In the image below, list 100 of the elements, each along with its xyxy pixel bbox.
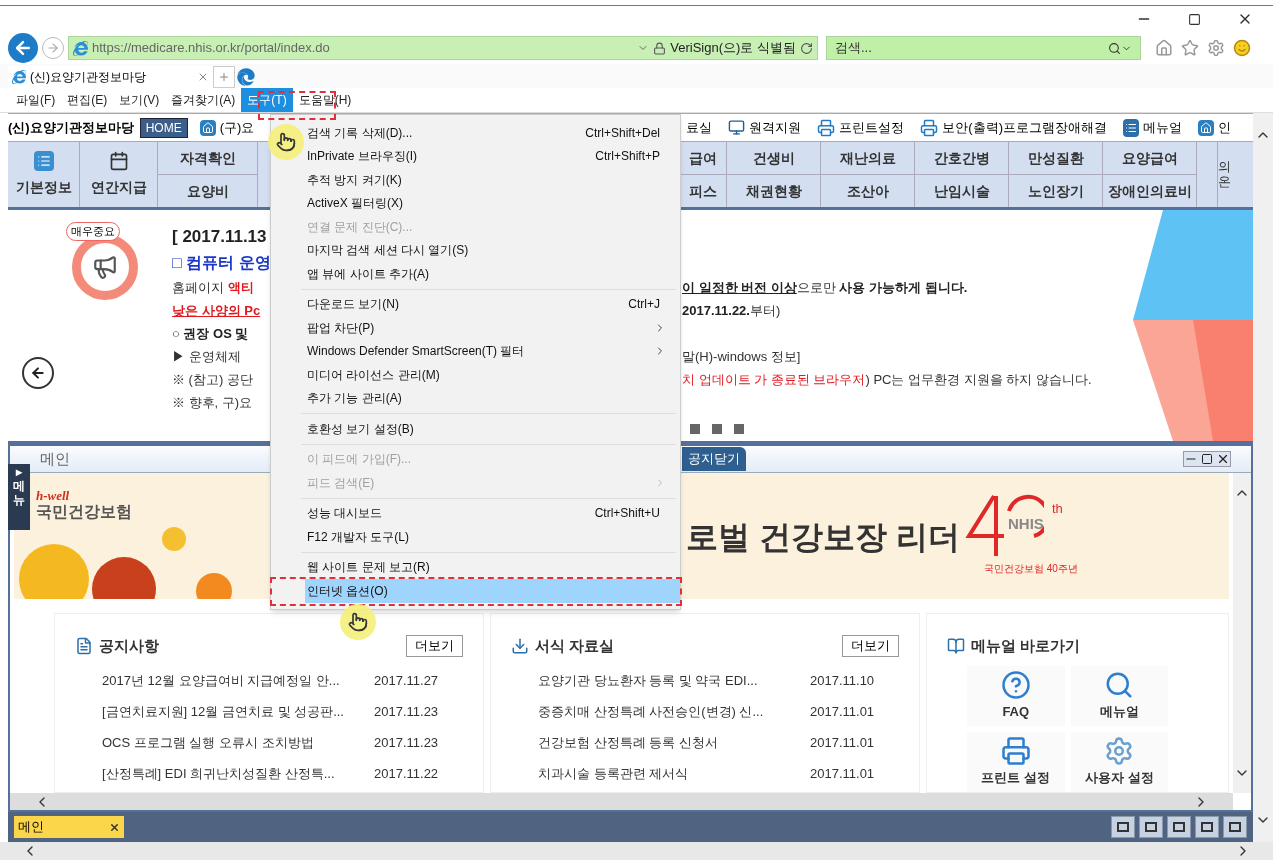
page-scrollbar[interactable] bbox=[1253, 113, 1273, 842]
nav-item[interactable]: 장애인의료비 bbox=[1103, 175, 1196, 207]
nav-item[interactable]: 의온 bbox=[1218, 142, 1234, 207]
shortcut-tile[interactable]: FAQ bbox=[967, 666, 1065, 726]
toolbar-link[interactable]: 인 bbox=[1218, 117, 1231, 138]
nav-item[interactable]: 재난의료 bbox=[821, 142, 914, 175]
toolbar-link[interactable]: 보안(출력)프로그램장애해결 bbox=[942, 117, 1107, 138]
window-layout-icon[interactable] bbox=[1195, 816, 1219, 838]
menu-item[interactable]: 웹 사이트 문제 보고(R) bbox=[305, 555, 680, 579]
toolbar-link[interactable]: 프린트설정 bbox=[839, 117, 905, 138]
logo-suffix: th bbox=[1052, 500, 1063, 518]
smiley-icon[interactable] bbox=[1233, 39, 1251, 57]
notice-link[interactable]: 중증치매 산정특례 사전승인(변경) 신... bbox=[538, 701, 810, 722]
nav-item[interactable]: 간호간병 bbox=[915, 142, 1008, 175]
notice-text: [ 2017.11.13 bbox=[172, 226, 267, 249]
question-icon bbox=[1000, 670, 1031, 701]
logo-caption: 국민건강보험 40주년 bbox=[984, 562, 1078, 576]
menu-item[interactable]: 추가 기능 관리(A) bbox=[305, 386, 680, 410]
menu-bar-item[interactable]: 도움말(H) bbox=[292, 88, 358, 112]
menu-item[interactable]: 미디어 라이선스 관리(M) bbox=[305, 363, 680, 387]
menu-item[interactable]: InPrivate 브라우징(I) Ctrl+Shift+P bbox=[305, 144, 680, 168]
window-layout-icon[interactable] bbox=[1139, 816, 1163, 838]
search-box[interactable]: 검색... bbox=[826, 36, 1141, 60]
nav-item[interactable]: 기본정보 bbox=[8, 142, 80, 207]
menu-item[interactable]: 팝업 차단(P) bbox=[305, 316, 680, 340]
close-icon[interactable] bbox=[1216, 452, 1230, 466]
window-layout-icon[interactable] bbox=[1223, 816, 1247, 838]
notice-link[interactable]: OCS 프로그램 실행 오류시 조치방법 bbox=[102, 732, 374, 753]
menu-bar-item[interactable]: 보기(V) bbox=[113, 88, 166, 112]
download-icon bbox=[511, 637, 529, 655]
more-button[interactable]: 더보기 bbox=[842, 635, 899, 657]
window-layout-icon[interactable] bbox=[1167, 816, 1191, 838]
menu-item[interactable]: 앱 뷰에 사이트 추가(A) bbox=[305, 262, 680, 286]
nav-item[interactable]: 노인장기 bbox=[1009, 175, 1102, 207]
horizontal-scrollbar[interactable] bbox=[10, 793, 1233, 810]
nav-item[interactable]: 난임시술 bbox=[915, 175, 1008, 207]
shortcut-tile[interactable]: 사용자 설정 bbox=[1070, 732, 1168, 792]
portal-title: (신)요양기관정보마당 bbox=[8, 118, 134, 137]
menu-item[interactable]: F12 개발자 도구(L) bbox=[305, 525, 680, 549]
notice-link[interactable]: 치과시술 등록관련 제서식 bbox=[538, 763, 810, 784]
notice-text: 홈페이지 액티 bbox=[172, 278, 254, 297]
nav-item[interactable]: 피스 bbox=[680, 175, 726, 207]
nav-item[interactable]: 채권현황 bbox=[727, 175, 820, 207]
notice-link[interactable]: 건강보험 산정특례 등록 신청서 bbox=[538, 732, 810, 753]
favorites-icon[interactable] bbox=[1181, 39, 1199, 57]
notice-text: 이 일정한 버전 이상으로만 사용 가능하게 됩니다. bbox=[682, 278, 968, 297]
address-bar[interactable]: https://medicare.nhis.or.kr/portal/index.do VeriSign(으)로 식별됨 bbox=[68, 36, 818, 60]
lock-icon bbox=[653, 41, 667, 55]
notice-text: ○ 권장 OS 및 bbox=[172, 324, 249, 343]
toolbar-link[interactable]: 메뉴얼 bbox=[1143, 117, 1182, 138]
settings-icon[interactable] bbox=[1207, 39, 1225, 57]
nav-item[interactable]: 만성질환 bbox=[1009, 142, 1102, 175]
home-button[interactable]: HOME bbox=[139, 117, 188, 138]
nav-item[interactable]: 자격확인 bbox=[158, 142, 257, 175]
close-icon[interactable] bbox=[109, 821, 120, 833]
shortcut-tile[interactable]: 프린트 설정 bbox=[967, 732, 1065, 792]
toolbar-link[interactable]: 료실 bbox=[686, 117, 713, 138]
page-horizontal-scrollbar[interactable] bbox=[0, 842, 1273, 860]
notice-link[interactable]: 2017년 12월 요양급여비 지급예정일 안... bbox=[102, 670, 374, 691]
notice-link[interactable]: 요양기관 당뇨환자 등록 및 약국 EDI... bbox=[538, 670, 810, 691]
home-icon[interactable] bbox=[1155, 39, 1173, 57]
restore-icon[interactable] bbox=[1201, 453, 1213, 465]
printer-icon bbox=[920, 118, 939, 137]
menu-item[interactable]: Windows Defender SmartScreen(T) 필터 bbox=[305, 339, 680, 363]
menu-item[interactable]: 인터넷 옵션(O) bbox=[305, 579, 680, 603]
back-button[interactable] bbox=[8, 33, 38, 63]
browser-tab[interactable]: (신)요양기관정보마당 bbox=[8, 66, 213, 88]
side-menu-tab[interactable]: ▸ 메뉴 bbox=[8, 464, 30, 530]
notice-link[interactable]: [산정특례] EDI 희귀난치성질환 산정특... bbox=[102, 763, 374, 784]
previous-button[interactable] bbox=[22, 357, 54, 389]
menu-item[interactable]: 다운로드 보기(N) Ctrl+J bbox=[305, 292, 680, 316]
menu-item[interactable]: 검색 기록 삭제(D)... Ctrl+Shift+Del bbox=[305, 121, 680, 145]
shortcut-tile[interactable]: 메뉴얼 bbox=[1070, 666, 1168, 726]
nav-item[interactable]: 요양급여 bbox=[1103, 142, 1196, 175]
notice-link[interactable]: [금연치료지원] 12월 금연치료 및 성공판... bbox=[102, 701, 374, 722]
search-icon[interactable] bbox=[1108, 41, 1121, 55]
nav-item[interactable]: 건생비 bbox=[727, 142, 820, 175]
search-field[interactable]: 검색... bbox=[835, 38, 1108, 58]
close-notice-button[interactable]: 공지닫기 bbox=[682, 447, 746, 471]
toolbar-link[interactable]: (구)요 bbox=[219, 117, 255, 138]
menu-bar-item[interactable]: 편집(E) bbox=[61, 88, 114, 112]
nav-item[interactable]: 요양비 bbox=[158, 175, 257, 207]
menu-item[interactable]: 추적 방지 켜기(K) bbox=[305, 168, 680, 192]
maximize-icon[interactable] bbox=[1188, 12, 1201, 26]
menu-bar-item[interactable]: 즐겨찾기(A) bbox=[165, 88, 242, 112]
refresh-icon[interactable] bbox=[800, 41, 813, 55]
window-layout-icon[interactable] bbox=[1111, 816, 1135, 838]
nav-item[interactable]: 조산아 bbox=[821, 175, 914, 207]
vertical-scrollbar[interactable] bbox=[1233, 473, 1251, 793]
menu-item[interactable]: 마지막 검색 세션 다시 열기(S) bbox=[305, 238, 680, 262]
menu-item[interactable]: 성능 대시보드 Ctrl+Shift+U bbox=[305, 501, 680, 525]
menu-item[interactable]: ActiveX 필터링(X) bbox=[305, 191, 680, 215]
hand-cursor-icon bbox=[276, 132, 296, 152]
toolbar-link[interactable]: 원격지원 bbox=[749, 117, 802, 138]
menu-item[interactable]: 호환성 보기 설정(B) bbox=[305, 417, 680, 441]
nav-item[interactable]: 연간지급 bbox=[80, 142, 158, 207]
window-tab[interactable]: 메인 bbox=[14, 816, 124, 838]
more-button[interactable]: 더보기 bbox=[406, 635, 463, 657]
menu-bar-item[interactable]: 파일(F) bbox=[10, 88, 62, 112]
edge-icon[interactable] bbox=[237, 68, 255, 86]
